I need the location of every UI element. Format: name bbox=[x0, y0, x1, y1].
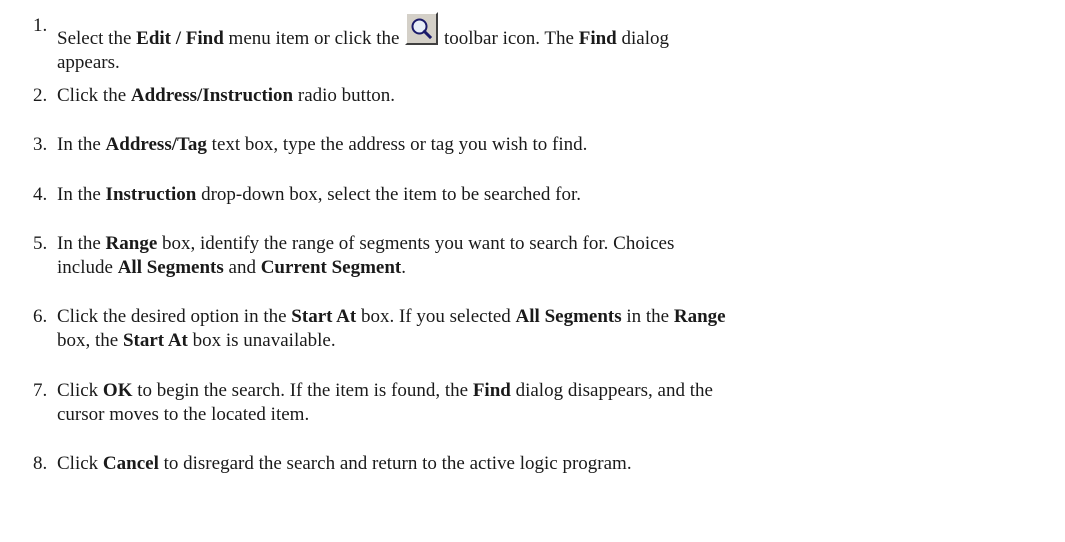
step-number: 6. bbox=[33, 306, 48, 327]
step-number: 3. bbox=[33, 134, 48, 155]
step-number: 5. bbox=[33, 233, 48, 254]
magnifier-find-icon bbox=[405, 12, 439, 45]
step-number: 1. bbox=[33, 15, 48, 36]
instruction-page: 1. Select the Edit / Find menu item or c… bbox=[0, 0, 1065, 542]
step-text: Click Cancel to disregard the search and… bbox=[57, 453, 632, 474]
step-text: Click the desired option in the Start At… bbox=[57, 306, 726, 351]
step-text: In the Instruction drop-down box, select… bbox=[57, 184, 581, 205]
step-text: Click the Address/Instruction radio butt… bbox=[57, 85, 395, 106]
step-text: In the Address/Tag text box, type the ad… bbox=[57, 134, 588, 155]
step-number: 8. bbox=[33, 453, 48, 474]
step-text: Click OK to begin the search. If the ite… bbox=[57, 380, 713, 425]
step-text: In the Range box, identify the range of … bbox=[57, 233, 675, 278]
step-number: 2. bbox=[33, 85, 48, 106]
step-number: 7. bbox=[33, 380, 48, 401]
menu-path-edit-find: Edit / Find bbox=[136, 28, 224, 49]
step-text: Select the Edit / Find menu item or clic… bbox=[57, 12, 1057, 75]
step-number: 4. bbox=[33, 184, 48, 205]
